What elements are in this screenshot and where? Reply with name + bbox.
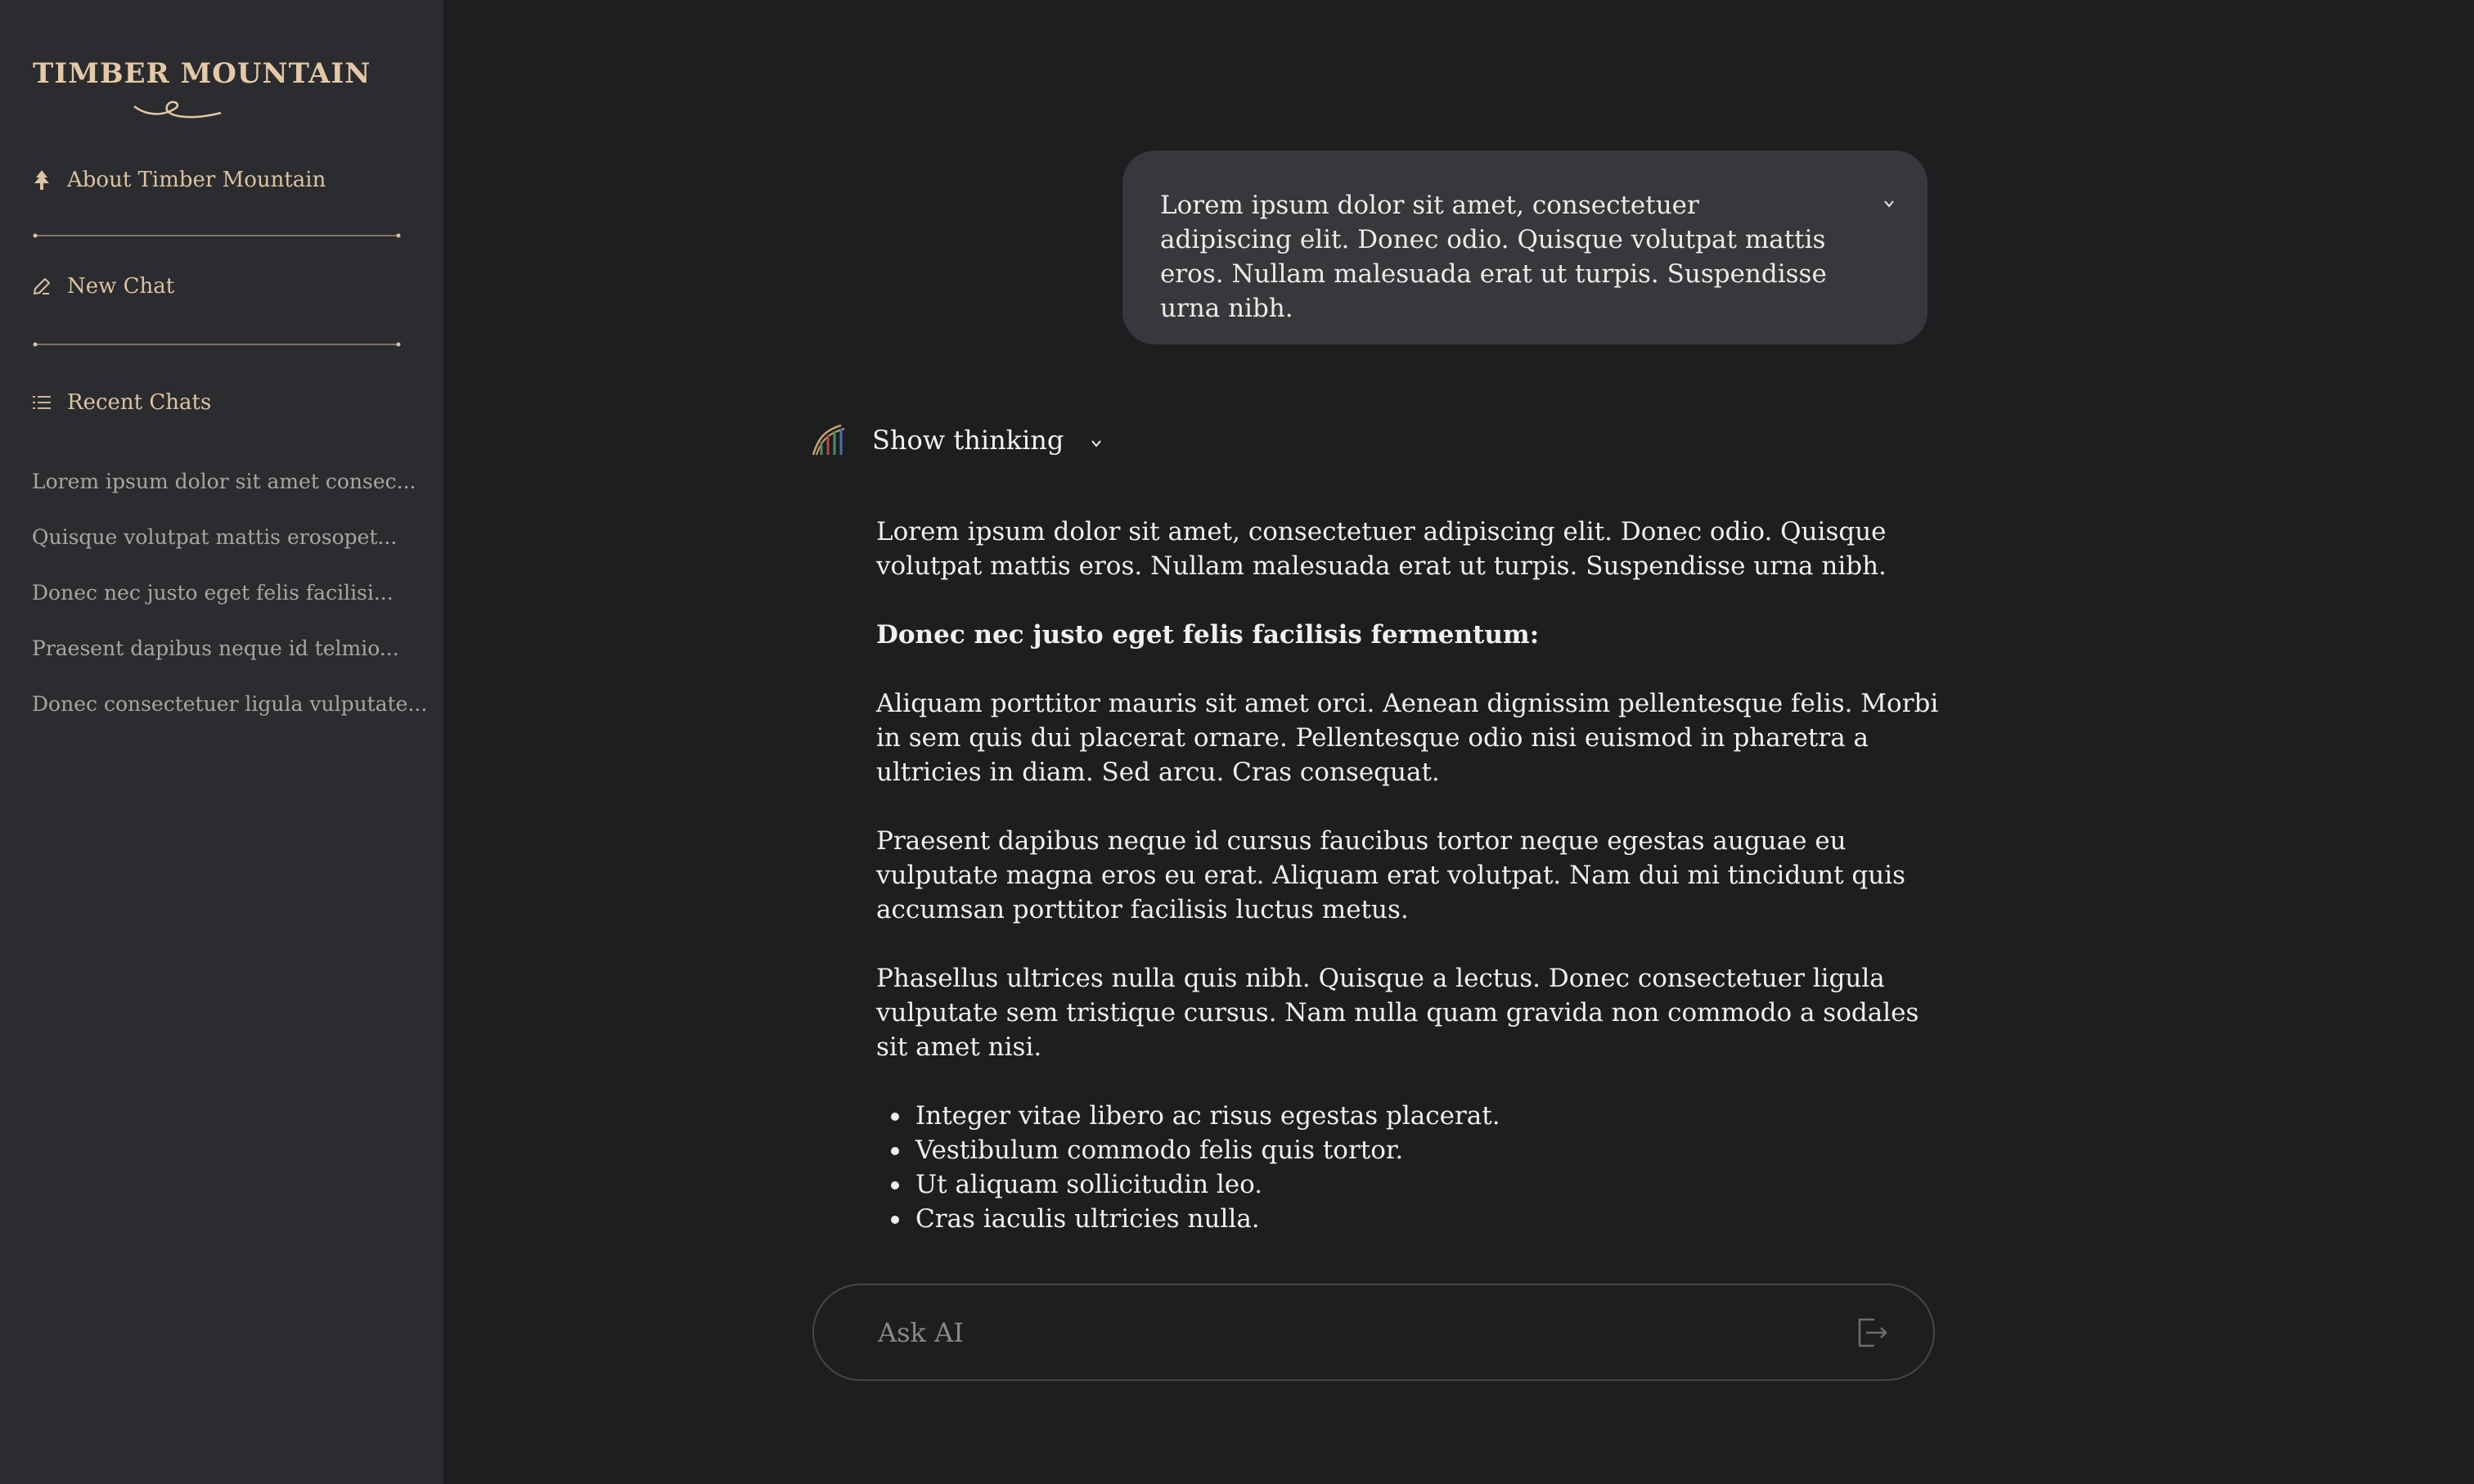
logo[interactable]: TIMBER MOUNTAIN xyxy=(33,57,371,123)
response-paragraph: Phasellus ultrices nulla quis nibh. Quis… xyxy=(876,964,1919,1062)
sidebar-item-about[interactable]: About Timber Mountain xyxy=(31,168,326,192)
recent-chat-item[interactable]: Praesent dapibus neque id telmio... xyxy=(32,636,427,692)
response-paragraph: Praesent dapibus neque id cursus faucibu… xyxy=(876,826,1906,924)
recent-chats-label: Recent Chats xyxy=(67,390,212,415)
logo-text: TIMBER MOUNTAIN xyxy=(33,57,371,90)
response-bullet-list: Integer vitae libero ac risus egestas pl… xyxy=(876,1099,1940,1236)
recent-chat-item[interactable]: Quisque volutpat mattis erosopet... xyxy=(32,525,427,581)
pencil-icon xyxy=(31,276,52,297)
recent-chats-header: Recent Chats xyxy=(31,390,211,415)
list-item: Vestibulum commodo felis quis tortor. xyxy=(876,1133,1940,1167)
rollercoaster-icon xyxy=(812,424,845,456)
sidebar: TIMBER MOUNTAIN About Timber Mountain Ne… xyxy=(0,0,443,1484)
list-icon xyxy=(31,392,52,413)
response-heading: Donec nec justo eget felis facilisis fer… xyxy=(876,620,1540,650)
user-message-bubble: Lorem ipsum dolor sit amet, consectetuer… xyxy=(1122,151,1927,344)
logo-swash-icon xyxy=(133,101,222,119)
tree-icon xyxy=(31,169,52,191)
composer xyxy=(812,1284,1935,1381)
ai-response: Lorem ipsum dolor sit amet, consectetuer… xyxy=(876,515,1940,1236)
show-thinking-label[interactable]: Show thinking xyxy=(872,425,1064,456)
divider xyxy=(33,342,401,347)
recent-chats-list: Lorem ipsum dolor sit amet consec... Qui… xyxy=(32,470,427,748)
recent-chat-item[interactable]: Lorem ipsum dolor sit amet consec... xyxy=(32,470,427,525)
chevron-down-icon[interactable] xyxy=(1882,196,1896,211)
response-paragraph: Lorem ipsum dolor sit amet, consectetuer… xyxy=(876,517,1887,581)
list-item: Integer vitae libero ac risus egestas pl… xyxy=(876,1099,1940,1133)
recent-chat-item[interactable]: Donec nec justo eget felis facilisi... xyxy=(32,581,427,636)
user-message-text: Lorem ipsum dolor sit amet, consectetuer… xyxy=(1160,191,1827,323)
divider xyxy=(33,233,401,238)
thinking-toggle[interactable]: Show thinking xyxy=(812,422,1103,458)
send-button[interactable] xyxy=(1853,1313,1892,1352)
new-chat-label: New Chat xyxy=(67,274,175,299)
ask-ai-input[interactable] xyxy=(814,1285,1853,1379)
send-icon xyxy=(1858,1318,1887,1347)
list-item: Ut aliquam sollicitudin leo. xyxy=(876,1167,1940,1202)
recent-chat-item[interactable]: Donec consectetuer ligula vulputate... xyxy=(32,692,427,748)
response-paragraph: Aliquam porttitor mauris sit amet orci. … xyxy=(876,689,1939,787)
list-item: Cras iaculis ultricies nulla. xyxy=(876,1202,1940,1236)
sidebar-item-label: About Timber Mountain xyxy=(67,168,326,192)
new-chat-button[interactable]: New Chat xyxy=(31,274,174,299)
chevron-down-icon[interactable] xyxy=(1090,437,1103,450)
